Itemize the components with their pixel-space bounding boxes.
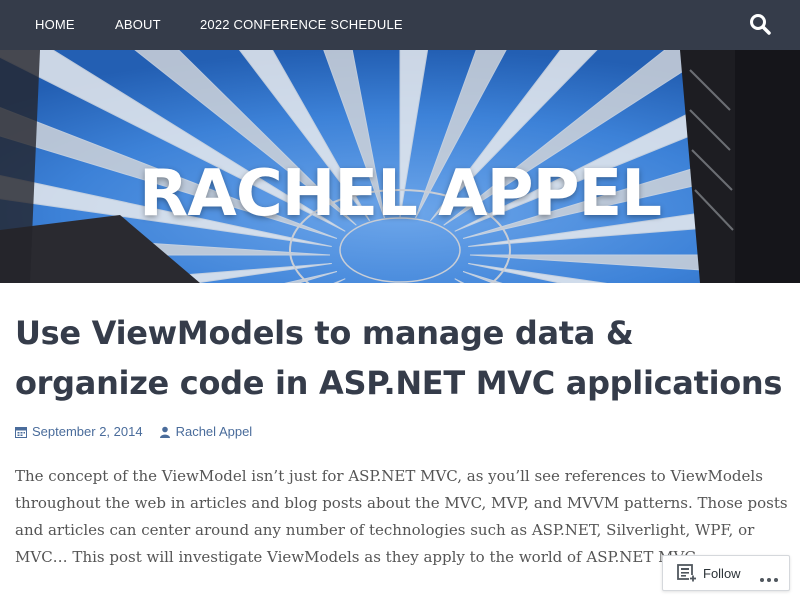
nav-item-home[interactable]: HOME: [35, 17, 75, 32]
post-date-link[interactable]: September 2, 2014: [32, 424, 143, 439]
follow-label: Follow: [703, 565, 741, 581]
nav-item-about[interactable]: ABOUT: [115, 17, 161, 32]
reader-follow-icon: [677, 564, 697, 582]
ellipsis-icon[interactable]: [759, 570, 779, 582]
site-title[interactable]: RACHEL APPEL: [0, 162, 800, 226]
top-navigation: HOME ABOUT 2022 CONFERENCE SCHEDULE: [0, 0, 800, 50]
header-image: RACHEL APPEL: [0, 50, 800, 283]
follow-button[interactable]: Follow: [662, 555, 790, 591]
calendar-icon: [15, 426, 27, 438]
post-meta: September 2, 2014 Rachel Appel: [15, 424, 252, 439]
search-icon[interactable]: [748, 12, 772, 36]
post-author-link[interactable]: Rachel Appel: [176, 424, 253, 439]
user-icon: [159, 426, 171, 438]
nav-item-conference-schedule[interactable]: 2022 CONFERENCE SCHEDULE: [200, 17, 403, 32]
post-title[interactable]: Use ViewModels to manage data & organize…: [15, 308, 790, 408]
